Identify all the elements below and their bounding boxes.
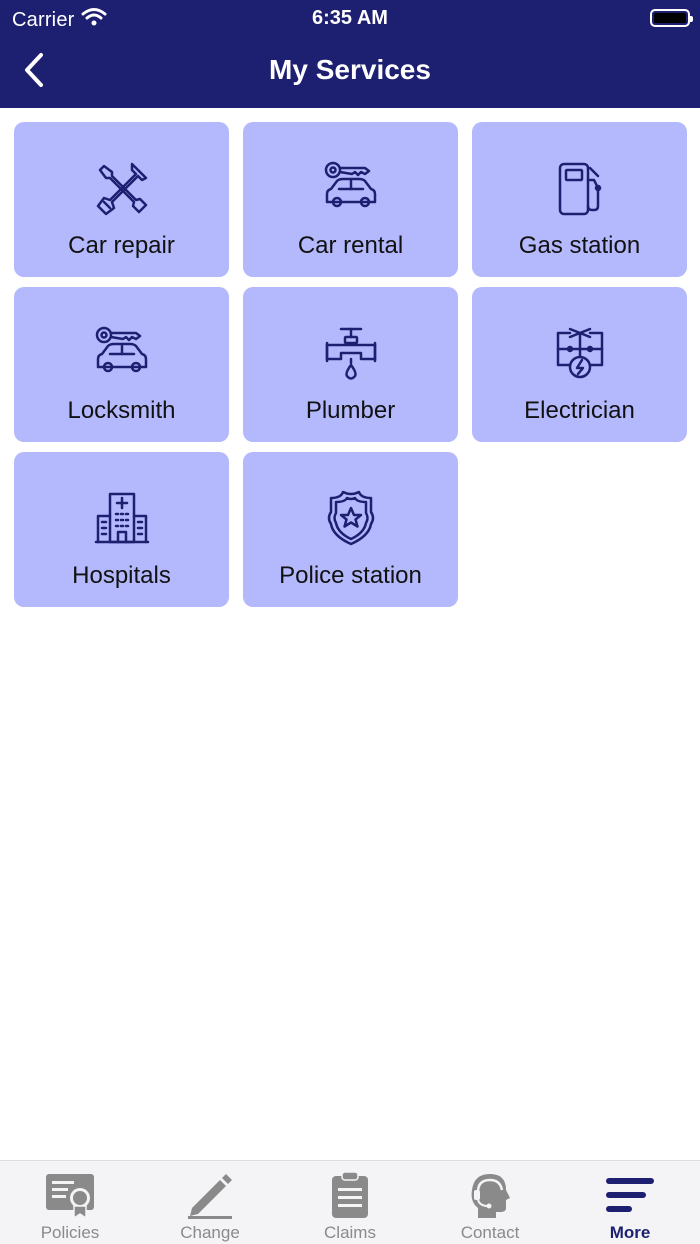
service-tile-car-rental[interactable]: Car rental [243,122,458,277]
fuel-pump-icon [550,158,610,218]
tab-label: Contact [460,1223,520,1242]
tab-label: Policies [40,1223,100,1242]
faucet-icon [321,323,381,383]
service-tile-hospitals[interactable]: Hospitals [14,452,229,607]
police-badge-icon [321,488,381,548]
service-tile-electrician[interactable]: Electrician [472,287,687,442]
service-label: Plumber [305,397,396,424]
page-title: My Services [269,54,431,85]
car-key-icon [321,158,381,218]
status-time: 6:35 AM [312,7,388,29]
service-label: Car rental [297,232,404,259]
electric-circuit-icon [550,323,610,383]
car-key-icon [92,323,152,383]
services-grid: Car repair Car rental Gas station Locksm… [14,122,687,607]
pencil-icon [183,1169,237,1221]
hospital-icon [92,488,152,548]
service-tile-gas-station[interactable]: Gas station [472,122,687,277]
tab-bar: Policies Change Claims Contact More [0,1160,700,1244]
tab-label: More [609,1223,651,1242]
service-tile-car-repair[interactable]: Car repair [14,122,229,277]
tools-icon [92,158,152,218]
menu-lines-icon [603,1169,657,1221]
headset-icon [463,1169,517,1221]
status-bar: Carrier 6:35 AM [0,0,700,36]
tab-label: Claims [324,1223,376,1242]
service-label: Police station [279,562,422,589]
battery-icon [650,9,693,27]
service-tile-locksmith[interactable]: Locksmith [14,287,229,442]
service-label: Gas station [518,232,641,259]
service-label: Locksmith [67,397,176,424]
clipboard-icon [323,1169,377,1221]
tab-claims[interactable]: Claims [280,1161,420,1244]
tab-label: Change [180,1223,240,1242]
service-tile-police-station[interactable]: Police station [243,452,458,607]
header: Carrier 6:35 AM My Services [0,0,700,108]
tab-contact[interactable]: Contact [420,1161,560,1244]
service-label: Electrician [524,397,635,424]
service-label: Car repair [68,232,175,259]
tab-policies[interactable]: Policies [0,1161,140,1244]
certificate-icon [43,1169,97,1221]
nav-bar: My Services [0,36,700,108]
tab-more[interactable]: More [560,1161,700,1244]
service-tile-plumber[interactable]: Plumber [243,287,458,442]
tab-change[interactable]: Change [140,1161,280,1244]
service-label: Hospitals [72,562,171,589]
